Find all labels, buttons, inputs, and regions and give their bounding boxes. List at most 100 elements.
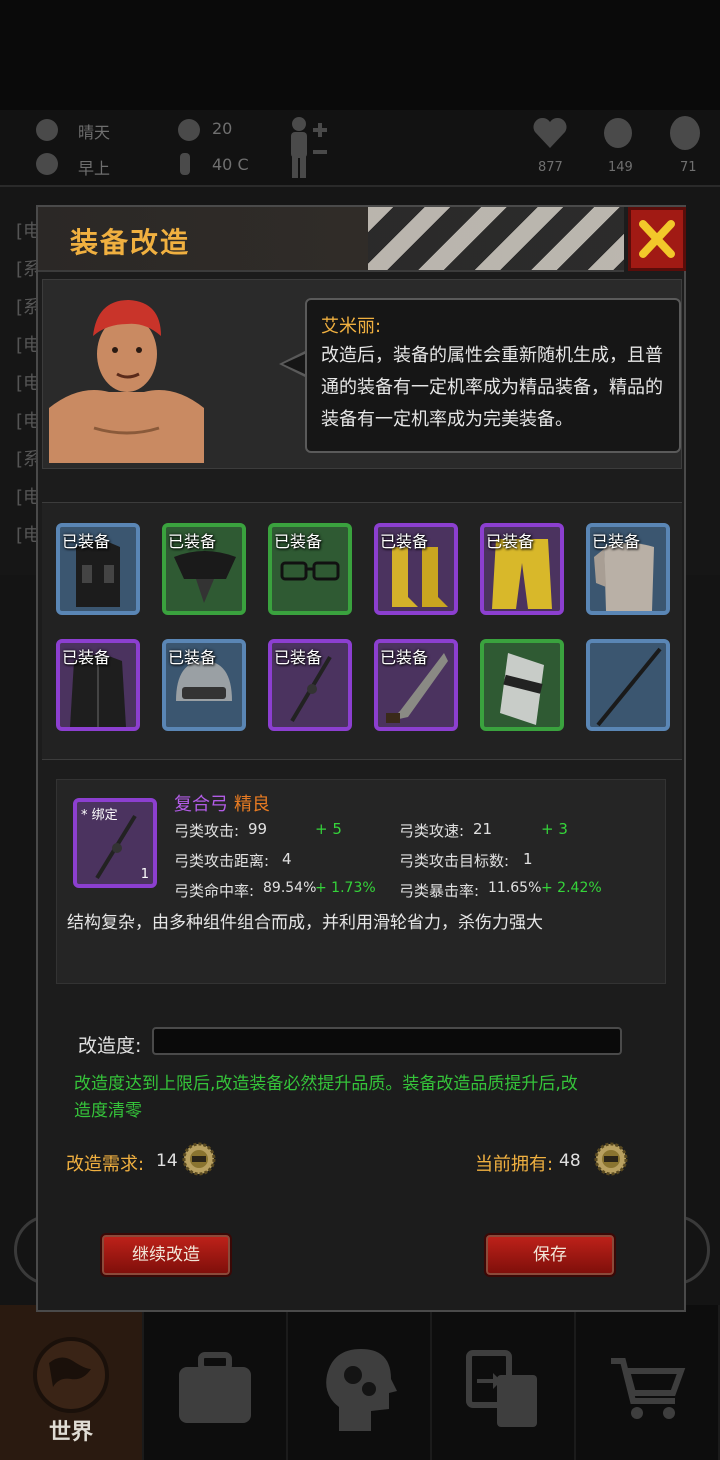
time-text: 早上	[78, 159, 111, 178]
hazard-stripes	[368, 207, 624, 270]
brain-head-icon	[670, 116, 700, 150]
item-quality: 精良	[234, 794, 270, 815]
selected-item-slot: * 绑定 1	[73, 798, 157, 888]
bottom-nav: 世界	[0, 1305, 720, 1460]
stat-bonus: + 1.73%	[315, 880, 376, 896]
stat-label: 弓类命中率:	[174, 882, 255, 900]
stat-value: 1	[523, 850, 533, 868]
item-detail: * 绑定 1 复合弓 精良 弓类攻击: 99 + 5 弓类攻速: 21 + 3 …	[56, 779, 666, 984]
cart-icon	[611, 1358, 686, 1419]
stat-label: 弓类攻击距离:	[174, 852, 270, 870]
riot-shield-icon	[500, 653, 544, 725]
npc-portrait	[49, 288, 204, 463]
upgrade-progress-bar	[152, 1027, 622, 1055]
equip-slot-shield[interactable]	[480, 639, 564, 731]
stat-value: 21	[473, 820, 493, 838]
owned-value: 48	[559, 1151, 581, 1171]
stat-value: 89.54%	[263, 880, 317, 896]
equipped-tag: 已装备	[592, 532, 641, 551]
stomach-icon	[604, 118, 632, 148]
stat-bonus: + 3	[541, 820, 568, 838]
temperature-value: 40 C	[212, 155, 249, 174]
hunger-value: 149	[608, 160, 633, 175]
equipped-tag: 已装备	[380, 532, 429, 551]
radiation-icon	[178, 119, 200, 141]
speech-bubble: 艾米丽: 改造后，装备的属性会重新随机生成，且普通的装备有一定机率成为精品装备，…	[305, 298, 681, 453]
stat-bonus: + 5	[315, 820, 342, 838]
equip-slot-machete[interactable]: 已装备	[374, 639, 458, 731]
equipment-grid: 已装备 已装备 已装备 已装备 已装备 已装备 已装备 已装备 已装备 已装备	[42, 502, 682, 760]
save-button[interactable]: 保存	[484, 1233, 616, 1277]
equip-slot-gasmask[interactable]: 已装备	[162, 523, 246, 615]
weather-text: 晴天	[78, 123, 111, 142]
bottle-cap-icon	[182, 1142, 216, 1176]
nav-world-label: 世界	[48, 1420, 93, 1445]
item-description: 结构复杂，由多种组件组合而成，并利用滑轮省力，杀伤力强大	[67, 913, 543, 933]
equipped-tag: 已装备	[486, 532, 535, 551]
stat-label: 弓类攻击目标数:	[399, 852, 510, 870]
dialog-title: 装备改造	[70, 226, 191, 259]
npc-panel: 艾米丽: 改造后，装备的属性会重新随机生成，且普通的装备有一定机率成为精品装备，…	[42, 279, 682, 469]
status-bar: 晴天 早上 20 40 C 877 149 71	[0, 110, 720, 185]
upgrade-dialog: 装备改造 艾米丽: 改造后，装备的属性会重新随机生成，且普通的装备有一定机率成为…	[36, 205, 686, 1312]
continue-upgrade-button[interactable]: 继续改造	[100, 1233, 232, 1277]
equip-slot-boots[interactable]: 已装备	[374, 523, 458, 615]
npc-speech: 改造后，装备的属性会重新随机生成，且普通的装备有一定机率成为精品装备，精品的装备…	[321, 345, 663, 430]
bottle-cap-icon	[594, 1142, 628, 1176]
item-quantity: 1	[140, 867, 149, 882]
equip-slot-coat[interactable]: 已装备	[56, 639, 140, 731]
suitcase-icon	[179, 1352, 251, 1423]
requirement-label: 改造需求:	[66, 1154, 145, 1175]
thermometer-icon	[180, 153, 190, 175]
close-icon	[639, 220, 675, 258]
nav-shop[interactable]	[576, 1305, 720, 1460]
equipped-tag: 已装备	[274, 648, 323, 667]
health-value: 877	[538, 160, 563, 175]
stat-bonus: + 2.42%	[541, 880, 602, 896]
owned-label: 当前拥有:	[475, 1154, 554, 1175]
equip-slot-pants[interactable]: 已装备	[480, 523, 564, 615]
nav-trade[interactable]	[432, 1305, 576, 1460]
nav-inventory[interactable]	[144, 1305, 288, 1460]
equip-slot-torso[interactable]: 已装备	[586, 523, 670, 615]
heart-icon	[533, 117, 567, 148]
weather-icon	[36, 119, 58, 141]
bubble-tail-inner	[283, 353, 307, 375]
stat-label: 弓类暴击率:	[399, 882, 480, 900]
stat-label: 弓类攻速:	[399, 822, 465, 840]
npc-name: 艾米丽:	[321, 316, 382, 337]
equip-slot-bow[interactable]: 已装备	[268, 639, 352, 731]
stat-value: 11.65%	[488, 880, 542, 896]
equip-slot-glasses[interactable]: 已装备	[268, 523, 352, 615]
background-top	[0, 0, 720, 110]
equip-slot-helmet[interactable]: 已装备	[162, 639, 246, 731]
equip-slot-vest[interactable]: 已装备	[56, 523, 140, 615]
sanity-value: 71	[680, 160, 697, 175]
exchange-icon	[466, 1350, 537, 1427]
equipped-tag: 已装备	[62, 532, 111, 551]
close-button[interactable]	[628, 207, 686, 271]
clock-icon	[36, 153, 58, 175]
body-status-icon[interactable]	[285, 114, 333, 180]
stat-label: 弓类攻击:	[174, 822, 240, 840]
equipped-tag: 已装备	[380, 648, 429, 667]
equipped-tag: 已装备	[168, 648, 217, 667]
equipped-tag: 已装备	[168, 532, 217, 551]
radiation-value: 20	[212, 119, 233, 138]
equip-slot-staff[interactable]	[586, 639, 670, 731]
stat-value: 4	[282, 850, 292, 868]
nav-world[interactable]: 世界	[0, 1305, 144, 1460]
stat-value: 99	[248, 820, 268, 838]
upgrade-note: 改造度达到上限后,改造装备必然提升品质。装备改造品质提升后,改造度清零	[74, 1074, 578, 1121]
dialog-header: 装备改造	[38, 207, 624, 272]
bound-tag: * 绑定	[81, 808, 118, 823]
nav-skills[interactable]	[288, 1305, 432, 1460]
equipped-tag: 已装备	[274, 532, 323, 551]
staff-icon	[596, 647, 662, 727]
head-gears-icon	[326, 1349, 397, 1431]
progress-label: 改造度:	[78, 1035, 142, 1057]
requirement-value: 14	[156, 1151, 178, 1171]
item-name: 复合弓	[174, 794, 228, 815]
globe-icon	[33, 1337, 109, 1413]
equipped-tag: 已装备	[62, 648, 111, 667]
